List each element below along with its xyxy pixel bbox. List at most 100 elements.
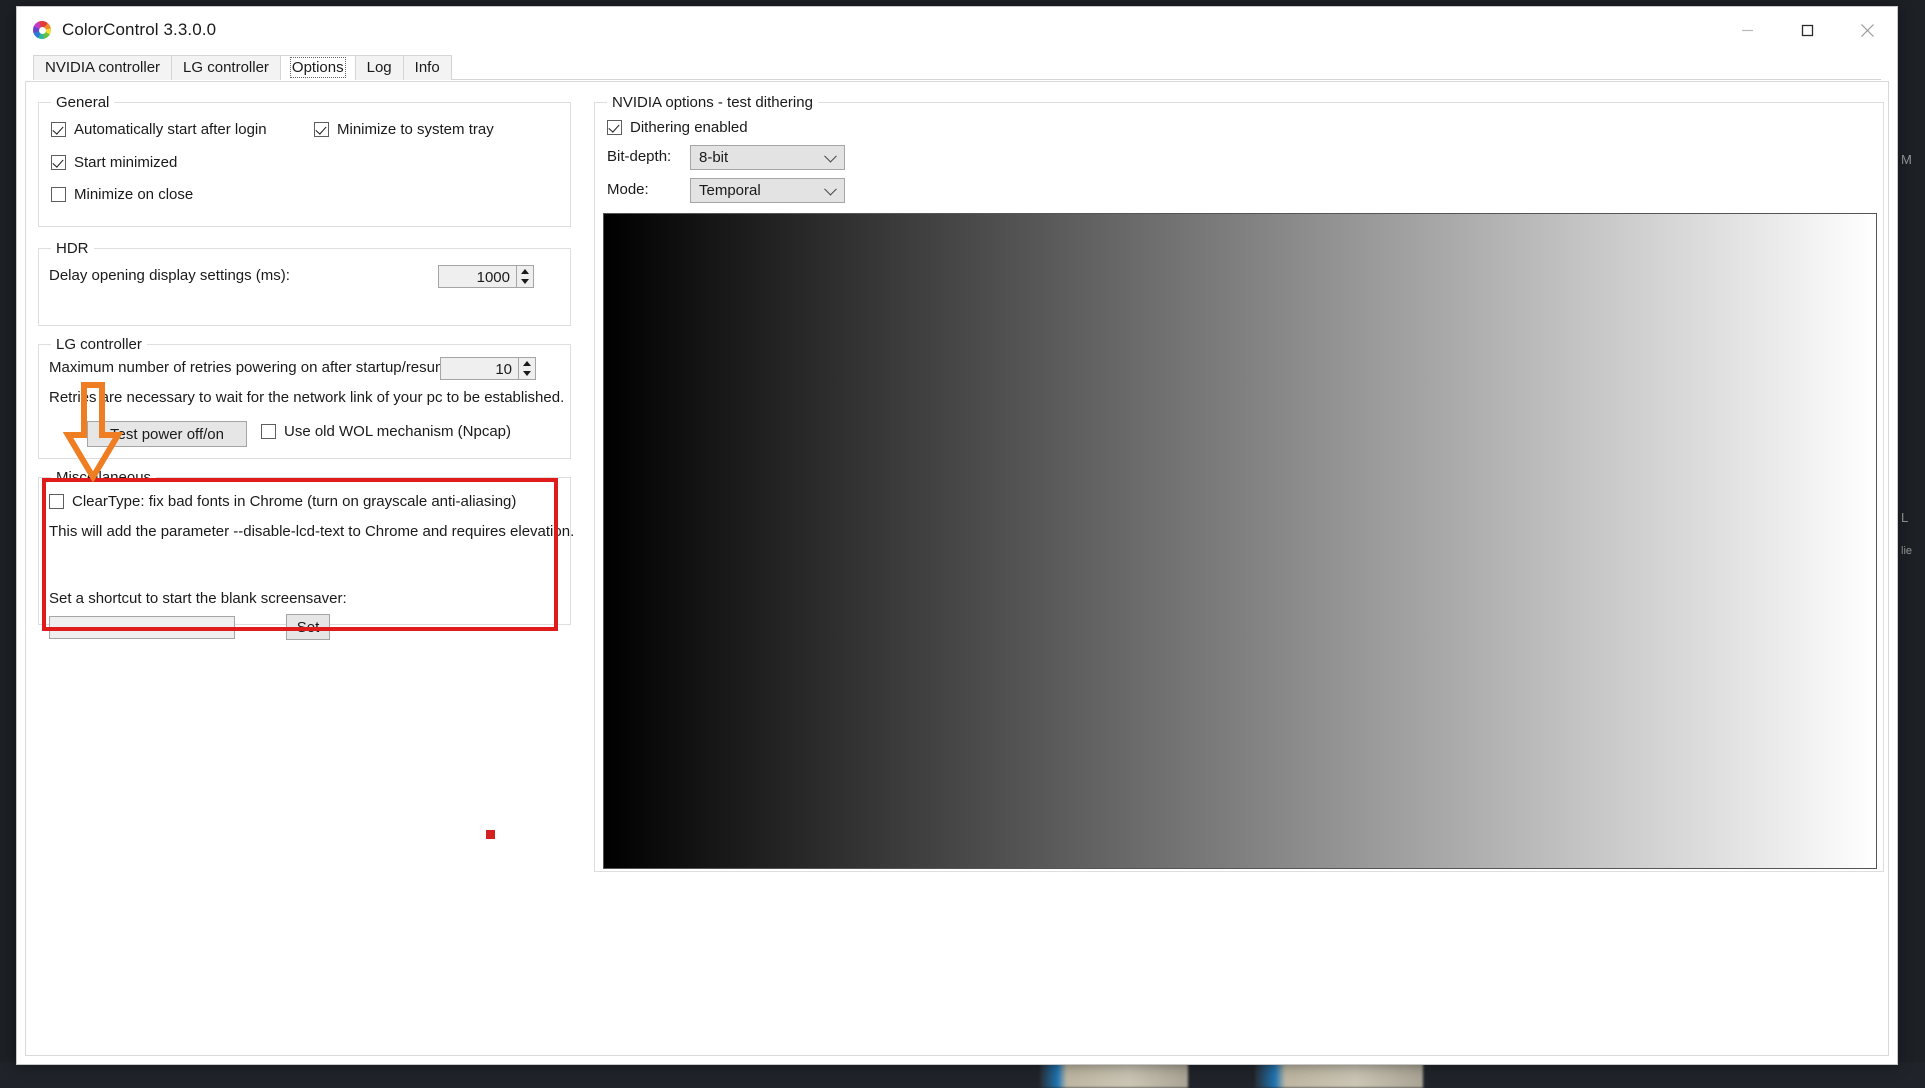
lg-retries-decrement-button[interactable] (519, 369, 535, 380)
general-group-title: General (51, 94, 115, 111)
options-tab-panel: General Automatically start after login … (25, 81, 1889, 1056)
lg-retries-note: Retries are necessary to wait for the ne… (49, 389, 565, 406)
tab-info[interactable]: Info (402, 55, 452, 80)
auto-start-label: Automatically start after login (74, 121, 267, 138)
title-bar[interactable]: ColorControl 3.3.0.0 (17, 7, 1897, 54)
lg-retries-increment-button[interactable] (519, 358, 535, 369)
minimize-to-tray-label: Minimize to system tray (337, 121, 494, 138)
lg-retries-note-row: Retries are necessary to wait for the ne… (49, 389, 564, 406)
nvidia-group-title: NVIDIA options - test dithering (607, 94, 818, 111)
lg-retries-label: Maximum number of retries powering on af… (49, 359, 460, 376)
hdr-delay-value[interactable]: 1000 (439, 266, 516, 287)
desktop-text-fragment: lie (1901, 545, 1913, 557)
start-minimized-label: Start minimized (74, 154, 178, 171)
tab-label: Options (289, 57, 346, 78)
color-wheel-icon (33, 21, 51, 39)
tab-nvidia-controller[interactable]: NVIDIA controller (33, 55, 173, 80)
minimize-button[interactable] (1717, 7, 1777, 54)
option-cleartype[interactable]: ClearType: fix bad fonts in Chrome (turn… (49, 493, 516, 510)
hdr-delay-increment-button[interactable] (517, 266, 533, 277)
arrow-down-icon (523, 371, 531, 377)
close-button[interactable] (1837, 7, 1897, 54)
hdr-group: HDR Delay opening display settings (ms):… (38, 240, 571, 326)
bit-depth-value: 8-bit (699, 149, 729, 166)
option-minimize-tray[interactable]: Minimize to system tray (314, 121, 494, 138)
cleartype-label: ClearType: fix bad fonts in Chrome (turn… (72, 493, 517, 510)
general-group: General Automatically start after login … (38, 94, 571, 227)
arrow-up-icon (523, 360, 531, 366)
old-wol-checkbox[interactable] (261, 424, 276, 439)
dither-test-gradient (603, 213, 1877, 869)
maximize-icon (1801, 24, 1813, 37)
nvidia-options-group: NVIDIA options - test dithering Ditherin… (594, 94, 1884, 872)
maximize-button[interactable] (1777, 7, 1837, 54)
hdr-delay-spinner[interactable]: 1000 (438, 265, 534, 288)
auto-start-checkbox[interactable] (51, 122, 66, 137)
tab-label: NVIDIA controller (45, 59, 161, 76)
mode-label-row: Mode: (607, 181, 649, 198)
lg-controller-group: LG controller Maximum number of retries … (38, 336, 571, 459)
test-power-button[interactable]: Test power off/on (87, 421, 247, 447)
minimize-on-close-label: Minimize on close (74, 186, 194, 203)
tab-options[interactable]: Options (279, 55, 356, 80)
tab-label: Info (414, 59, 440, 76)
lg-group-title: LG controller (51, 336, 147, 353)
arrow-up-icon (521, 268, 529, 274)
minimize-icon (1741, 29, 1753, 32)
minimize-on-close-checkbox[interactable] (51, 187, 66, 202)
arrow-down-icon (521, 279, 529, 285)
tab-lg-controller[interactable]: LG controller (171, 55, 281, 80)
shortcut-label: Set a shortcut to start the blank screen… (49, 590, 347, 607)
hdr-delay-decrement-button[interactable] (517, 277, 533, 288)
red-marker-dot (486, 830, 495, 839)
bit-depth-select[interactable]: 8-bit (690, 145, 845, 170)
tab-log[interactable]: Log (354, 55, 404, 80)
cleartype-checkbox[interactable] (49, 494, 64, 509)
taskbar-strip[interactable] (0, 1062, 1925, 1088)
taskbar-thumbnail[interactable] (1040, 1062, 1188, 1088)
desktop-text-fragment: M (1901, 152, 1912, 167)
taskbar-thumbnail[interactable] (1255, 1062, 1423, 1088)
chevron-down-icon (824, 149, 837, 163)
lg-retries-value[interactable]: 10 (441, 358, 518, 379)
hdr-delay-label-row: Delay opening display settings (ms): (49, 267, 290, 284)
option-old-wol[interactable]: Use old WOL mechanism (Npcap) (261, 423, 511, 440)
minimize-to-tray-checkbox[interactable] (314, 122, 329, 137)
tab-label: LG controller (183, 59, 269, 76)
hdr-group-title: HDR (51, 240, 94, 257)
dithering-enabled-checkbox[interactable] (607, 120, 622, 135)
cleartype-note-row: This will add the parameter --disable-lc… (49, 523, 574, 540)
dithering-enabled-label: Dithering enabled (630, 119, 748, 136)
option-minimize-on-close[interactable]: Minimize on close (51, 186, 193, 203)
option-start-minimized[interactable]: Start minimized (51, 154, 177, 171)
lg-retries-spinner[interactable]: 10 (440, 357, 536, 380)
shortcut-label-row: Set a shortcut to start the blank screen… (49, 590, 347, 607)
mode-label: Mode: (607, 181, 649, 198)
desktop-text-fragment: L (1901, 510, 1909, 525)
chevron-down-icon (824, 182, 837, 196)
bit-depth-label-row: Bit-depth: (607, 148, 671, 165)
option-auto-start[interactable]: Automatically start after login (51, 121, 267, 138)
shortcut-input[interactable] (49, 616, 235, 639)
option-dithering-enabled[interactable]: Dithering enabled (607, 119, 748, 136)
window-title: ColorControl 3.3.0.0 (62, 20, 217, 39)
color-control-window: ColorControl 3.3.0.0 NVIDIA controller L… (16, 6, 1898, 1065)
old-wol-label: Use old WOL mechanism (Npcap) (284, 423, 512, 440)
hdr-delay-spin-buttons[interactable] (516, 266, 533, 287)
mode-value: Temporal (699, 182, 761, 199)
window-controls (1717, 7, 1897, 54)
start-minimized-checkbox[interactable] (51, 155, 66, 170)
set-shortcut-button[interactable]: Set (286, 614, 330, 640)
hdr-delay-label: Delay opening display settings (ms): (49, 267, 290, 284)
lg-retries-label-row: Maximum number of retries powering on af… (49, 359, 460, 376)
tab-bar: NVIDIA controller LG controller Options … (17, 54, 1897, 80)
close-icon (1860, 24, 1874, 37)
lg-retries-spin-buttons[interactable] (518, 358, 535, 379)
misc-group-title: Miscellaneous (51, 469, 157, 486)
mode-select[interactable]: Temporal (690, 178, 845, 203)
cleartype-note: This will add the parameter --disable-lc… (49, 523, 575, 540)
tab-label: Log (366, 59, 392, 76)
desktop-right-edge-content: M L lie (1899, 0, 1925, 1088)
miscellaneous-group: Miscellaneous ClearType: fix bad fonts i… (38, 469, 574, 640)
bit-depth-label: Bit-depth: (607, 148, 672, 165)
